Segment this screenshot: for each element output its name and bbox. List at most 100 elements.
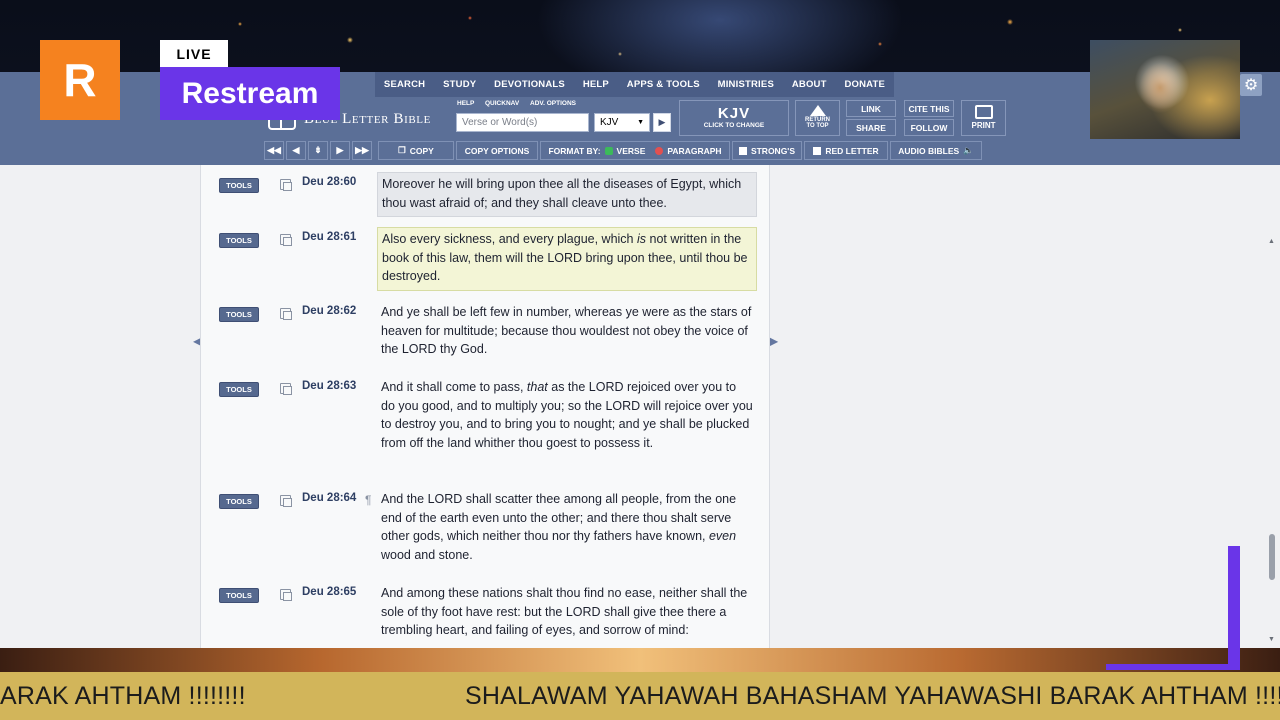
- cite-button[interactable]: CITE THIS: [904, 100, 954, 117]
- scrolling-ticker: ARAK AHTHAM !!!!!!!! SHALAWAM YAHAWAH BA…: [0, 672, 1280, 720]
- first-chapter-button[interactable]: ◀◀: [264, 141, 284, 160]
- scrollbar-thumb[interactable]: [1269, 534, 1275, 580]
- version-select[interactable]: KJV ▼: [594, 113, 650, 132]
- search-placeholder: Verse or Word(s): [462, 117, 538, 128]
- copy-label: COPY: [409, 145, 434, 156]
- print-button[interactable]: PRINT: [961, 100, 1006, 136]
- verse-text[interactable]: And ye shall be left few in number, wher…: [377, 301, 757, 361]
- red-letter-toggle[interactable]: RED LETTER: [804, 141, 888, 160]
- printer-icon: [974, 105, 993, 119]
- audio-bibles-button[interactable]: AUDIO BIBLES 🔈: [890, 141, 982, 160]
- ticker-text-right: SHALAWAM YAHAWAH BAHASHAM YAHAWASHI BARA…: [465, 682, 1280, 710]
- verse-text-italic: is: [637, 232, 647, 246]
- menu-donate[interactable]: DONATE: [844, 79, 885, 90]
- print-label: PRINT: [971, 121, 996, 130]
- search-input[interactable]: Verse or Word(s): [456, 113, 589, 132]
- menu-apps-tools[interactable]: APPS & TOOLS: [627, 79, 700, 90]
- tools-button[interactable]: TOOLS: [219, 178, 259, 193]
- verse-text[interactable]: And among these nations shalt thou find …: [377, 582, 757, 642]
- tools-button[interactable]: TOOLS: [219, 588, 259, 603]
- presenter-portrait-image: [1090, 40, 1240, 139]
- prev-chapter-button[interactable]: ◀: [286, 141, 306, 160]
- menu-about[interactable]: ABOUT: [792, 79, 827, 90]
- menu-help[interactable]: HELP: [583, 79, 609, 90]
- audio-label: AUDIO BIBLES: [898, 145, 960, 156]
- tools-button[interactable]: TOOLS: [219, 307, 259, 322]
- chevron-down-icon: ▼: [637, 119, 644, 126]
- copy-icon[interactable]: [280, 308, 292, 320]
- restream-logo: R: [40, 40, 120, 120]
- verse-ref[interactable]: Deu 28:65: [302, 586, 356, 598]
- format-by-control[interactable]: FORMAT BY: VERSE PARAGRAPH: [540, 141, 730, 160]
- share-button[interactable]: SHARE: [846, 119, 896, 136]
- tools-button[interactable]: TOOLS: [219, 233, 259, 248]
- jump-down-button[interactable]: ⇟: [308, 141, 328, 160]
- verse-ref[interactable]: Deu 28:61: [302, 231, 356, 243]
- follow-button[interactable]: FOLLOW: [904, 119, 954, 136]
- copy-button[interactable]: ❐ COPY: [378, 141, 454, 160]
- version-change-button[interactable]: KJV CLICK TO CHANGE: [679, 100, 789, 136]
- verse-text-part: And the LORD shall scatter thee among al…: [381, 492, 737, 544]
- verse-ref[interactable]: Deu 28:64: [302, 492, 356, 504]
- speaker-icon: 🔈: [963, 145, 974, 155]
- strongs-toggle[interactable]: STRONG'S: [732, 141, 802, 160]
- copy-icon: ❐: [398, 145, 406, 155]
- verse-format-label[interactable]: VERSE: [617, 146, 646, 156]
- page-scrollbar[interactable]: [1266, 237, 1278, 648]
- copy-options-button[interactable]: COPY OPTIONS: [456, 141, 538, 160]
- return-top-icon: [809, 105, 826, 116]
- copy-icon[interactable]: [280, 179, 292, 191]
- copy-icon[interactable]: [280, 589, 292, 601]
- last-chapter-button[interactable]: ▶▶: [352, 141, 372, 160]
- scroll-up-arrow[interactable]: ▲: [1268, 238, 1275, 245]
- paragraph-icon: [655, 146, 664, 155]
- verse-text-part: Also every sickness, and every plague, w…: [382, 232, 637, 246]
- version-sub-label: CLICK TO CHANGE: [703, 122, 765, 129]
- menu-search[interactable]: SEARCH: [384, 79, 425, 90]
- verse-text-part: And it shall come to pass,: [381, 380, 527, 394]
- checkbox-icon: [813, 146, 822, 155]
- copy-icon[interactable]: [280, 234, 292, 246]
- tools-button[interactable]: TOOLS: [219, 382, 259, 397]
- verse-text[interactable]: And the LORD shall scatter thee among al…: [377, 488, 757, 567]
- scroll-down-arrow[interactable]: ▼: [1268, 636, 1275, 643]
- verse-text-italic: that: [526, 380, 548, 394]
- menu-ministries[interactable]: MINISTRIES: [718, 79, 774, 90]
- copy-icon[interactable]: [280, 495, 292, 507]
- paragraph-format-label[interactable]: PARAGRAPH: [667, 146, 721, 156]
- paragraph-mark: ¶: [365, 493, 372, 507]
- search-go-button[interactable]: ▶: [653, 113, 671, 132]
- verse-ref[interactable]: Deu 28:60: [302, 176, 356, 188]
- ticker-text-left: ARAK AHTHAM !!!!!!!!: [0, 682, 246, 710]
- overlay-corner-frame: [1106, 546, 1240, 670]
- restream-brand-label: Restream: [160, 67, 340, 120]
- main-menu: SEARCH STUDY DEVOTIONALS HELP APPS & TOO…: [375, 72, 894, 97]
- verse-text-part: wood and stone.: [381, 548, 473, 563]
- help-link[interactable]: HELP: [457, 100, 474, 107]
- browser-window: SEARCH STUDY DEVOTIONALS HELP APPS & TOO…: [0, 72, 1280, 648]
- checkbox-icon: [739, 146, 747, 155]
- verse-list: TOOLS Deu 28:60 Moreover he will bring u…: [200, 165, 770, 648]
- verse-text[interactable]: And it shall come to pass, that as the L…: [377, 376, 757, 455]
- verse-selected-icon: [604, 146, 613, 155]
- copy-icon[interactable]: [280, 383, 292, 395]
- return-to-top-button[interactable]: RETURN TO TOP: [795, 100, 840, 136]
- quicknav-link[interactable]: QUICKNAV: [485, 100, 519, 107]
- verse-text[interactable]: Also every sickness, and every plague, w…: [377, 227, 757, 291]
- next-chapter-button[interactable]: ▶: [330, 141, 350, 160]
- play-arrow-icon: ▶: [658, 117, 666, 127]
- verse-ref[interactable]: Deu 28:62: [302, 305, 356, 317]
- verse-text[interactable]: Moreover he will bring upon thee all the…: [377, 172, 757, 217]
- menu-study[interactable]: STUDY: [443, 79, 476, 90]
- strongs-label: STRONG'S: [750, 145, 795, 156]
- gear-icon[interactable]: ⚙: [1240, 74, 1262, 96]
- adv-options-link[interactable]: ADV. OPTIONS: [530, 100, 576, 107]
- menu-devotionals[interactable]: DEVOTIONALS: [494, 79, 565, 90]
- return-top-label-2: TO TOP: [806, 123, 829, 129]
- verse-text-italic: even: [708, 529, 737, 544]
- restream-badge: R LIVE Restream: [40, 40, 340, 120]
- tools-button[interactable]: TOOLS: [219, 494, 259, 509]
- next-page-arrow[interactable]: ▶: [769, 334, 778, 348]
- verse-ref[interactable]: Deu 28:63: [302, 380, 356, 392]
- link-button[interactable]: LINK: [846, 100, 896, 117]
